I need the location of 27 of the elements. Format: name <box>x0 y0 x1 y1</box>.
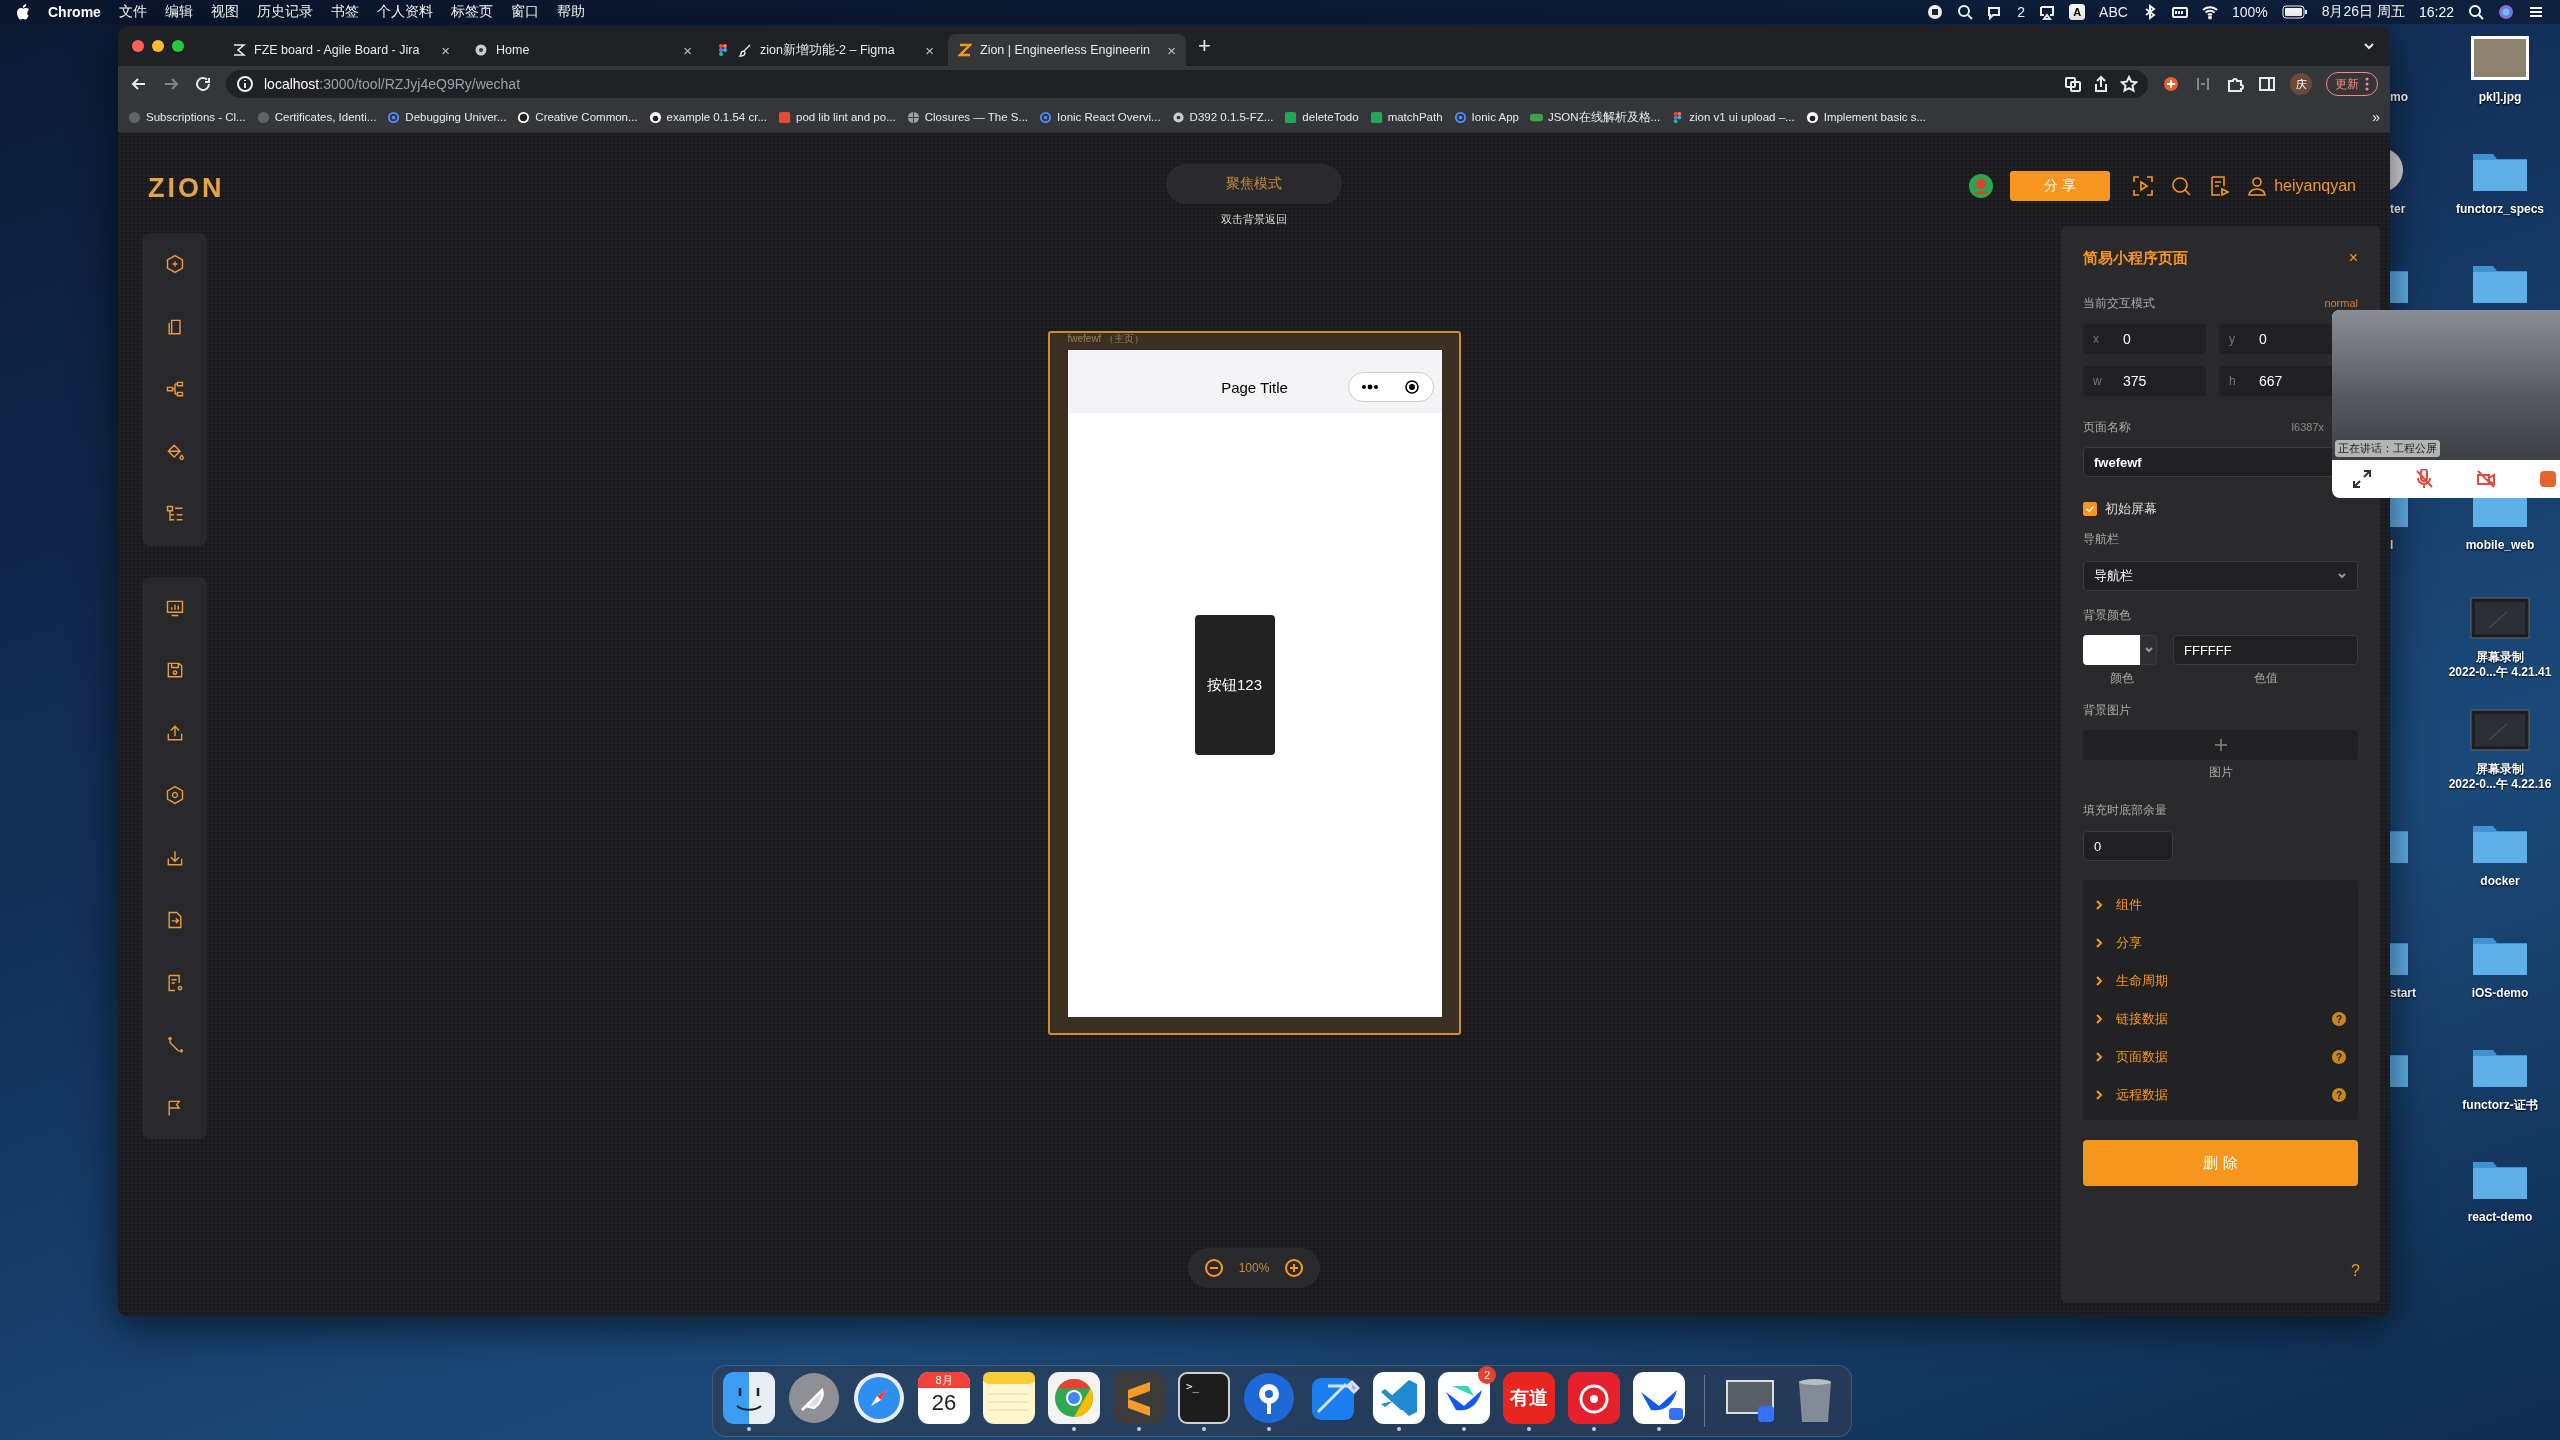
calendar-day: 26 <box>918 1389 970 1416</box>
input-source-name: ABC <box>2099 4 2128 20</box>
page-id: l6387x <box>2291 421 2324 433</box>
notification-count: 2 <box>2017 4 2026 20</box>
field-label: 背景颜色 <box>2083 607 2132 623</box>
calendar-month: 8月 <box>934 1372 954 1388</box>
page-title: Page Title <box>1221 379 1288 396</box>
focus-hint: 双击背景返回 <box>1221 212 1287 227</box>
speaker-label: 正在讲话：工程公屏 <box>2335 440 2440 457</box>
field-label: 当前交互模式 <box>2083 294 2155 312</box>
field-caption: 颜色 <box>2108 670 2135 687</box>
notification-badge: 2 <box>1478 1365 1496 1384</box>
field-label: 页面名称 <box>2083 418 2131 436</box>
field-caption: 图片 <box>2207 764 2234 781</box>
field-label: 背景图片 <box>2083 702 2132 718</box>
app-logo-text: 有道 <box>1509 1385 1549 1410</box>
panel-title: 简易小程序页面 <box>2083 248 2188 268</box>
field-label: 导航栏 <box>2083 531 2120 547</box>
zoom-level: 100% <box>1238 1261 1270 1275</box>
field-label: 填充时底部余量 <box>2083 802 2168 818</box>
checkbox-label: 初始屏幕 <box>2105 500 2157 518</box>
mode-value: normal <box>2324 297 2358 309</box>
app-logo: ZION <box>147 172 226 204</box>
battery-percent: 100% <box>2231 4 2268 20</box>
page-frame-label: fwefewf （主页） <box>1067 333 1145 346</box>
field-caption: 色值 <box>2252 670 2279 687</box>
terminal-prompt: >_ <box>1186 1379 1200 1393</box>
